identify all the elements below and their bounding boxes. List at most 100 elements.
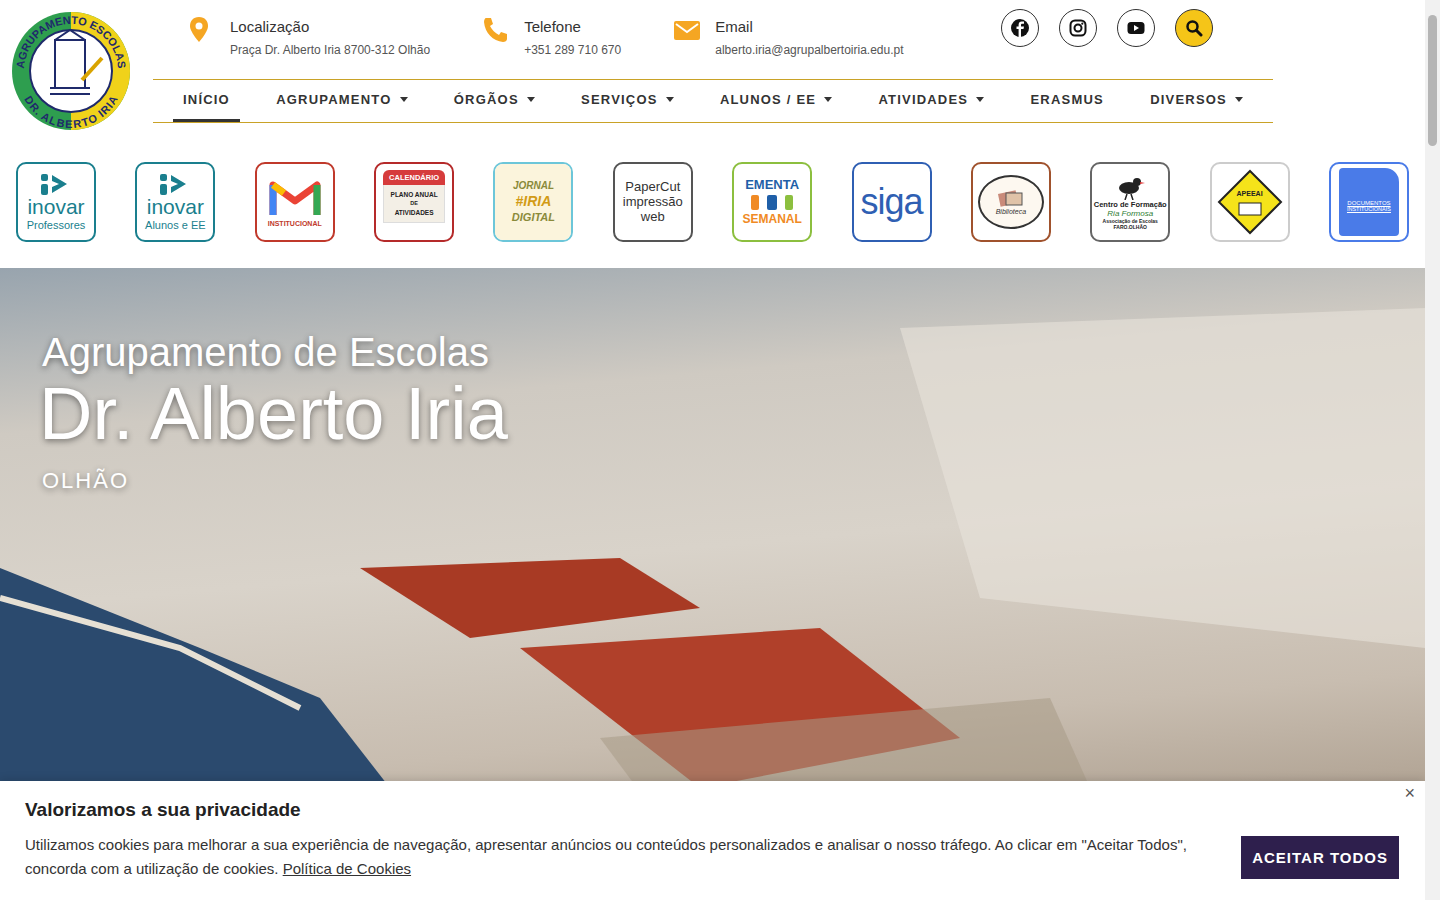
tile-content: JORNAL#IRIADIGITAL — [495, 164, 571, 240]
youtube-button[interactable] — [1117, 9, 1155, 47]
contact-item: Localização Praça Dr. Alberto Iria 8700-3… — [188, 16, 430, 57]
facebook-button[interactable] — [1001, 9, 1039, 47]
tile-text: Alunos e EE — [145, 219, 206, 231]
tile-text: Centro de Formação — [1094, 200, 1167, 209]
hero-subtitle: OLHÃO — [42, 468, 1383, 494]
menu-item[interactable]: INÍCIO — [173, 80, 240, 122]
caret-icon — [666, 97, 674, 102]
tile-text: siga — [860, 181, 922, 223]
tile-content: inovarProfessores — [18, 164, 94, 240]
contact-text: Telefone +351 289 710 670 — [524, 16, 621, 57]
contact-value[interactable]: Praça Dr. Alberto Iria 8700-312 Olhão — [230, 43, 430, 57]
cookie-title: Valorizamos a sua privacidade — [25, 799, 1400, 821]
quick-link-tile[interactable]: inovarProfessores — [16, 162, 96, 242]
caret-icon — [976, 97, 984, 102]
contact-item: Email alberto.iria@agrupalbertoiria.edu.p… — [673, 16, 903, 57]
tile-content: CALENDÁRIOPLANO ANUALDEATIVIDADES — [376, 164, 452, 240]
contact-item: Telefone +351 289 710 670 — [482, 16, 621, 57]
quick-link-tile[interactable]: APEEAI — [1210, 162, 1290, 242]
inovar-logo-icon — [158, 172, 192, 196]
cookie-banner: Valorizamos a sua privacidade Utilizamos … — [0, 781, 1425, 900]
cookie-text-block: Utilizamos cookies para melhorar a sua e… — [25, 833, 1211, 881]
contact-value[interactable]: +351 289 710 670 — [524, 43, 621, 57]
menu-label: ALUNOS / EE — [720, 92, 816, 107]
contact-text: Email alberto.iria@agrupalbertoiria.edu.p… — [715, 16, 903, 57]
scrollbar[interactable] — [1425, 0, 1440, 900]
logo-top-text: AGRUPAMENTO ESCOLAS — [14, 14, 128, 69]
header-main: Localização Praça Dr. Alberto Iria 8700-3… — [153, 0, 1273, 135]
tile-text: inovar — [147, 196, 204, 218]
email-icon — [673, 16, 701, 44]
quick-link-tile[interactable]: EMENTASEMANAL — [732, 162, 812, 242]
tile-text: DE — [384, 199, 444, 208]
scrollbar-thumb[interactable] — [1428, 15, 1437, 146]
quick-link-tile[interactable]: Centro de FormaçãoRia FormosaAssociação … — [1090, 162, 1170, 242]
tile-text: SEMANAL — [742, 212, 801, 226]
menu-label: DIVERSOS — [1150, 92, 1227, 107]
menu-label: INÍCIO — [183, 92, 230, 107]
tile-text: APEEAI — [1237, 190, 1263, 197]
logo[interactable]: AGRUPAMENTO ESCOLAS DR. ALBERTO IRIA — [0, 0, 153, 135]
tile-content: EMENTASEMANAL — [734, 164, 810, 240]
school-logo-icon[interactable]: AGRUPAMENTO ESCOLAS DR. ALBERTO IRIA — [10, 10, 132, 132]
search-button[interactable] — [1175, 9, 1213, 47]
quick-link-tile[interactable]: Biblioteca — [971, 162, 1051, 242]
instagram-icon — [1069, 19, 1087, 37]
quick-link-tile[interactable]: INSTITUCIONAL — [255, 162, 335, 242]
apeeai-badge: APEEAI — [1217, 169, 1283, 235]
tile-content: Centro de FormaçãoRia FormosaAssociação … — [1092, 164, 1168, 240]
main-menu: INÍCIO AGRUPAMENTO ÓRGÃOS SERVIÇOS ALUNOS / … — [153, 79, 1273, 123]
cookie-row: Utilizamos cookies para melhorar a sua e… — [25, 833, 1400, 881]
menu-item[interactable]: ALUNOS / EE — [710, 80, 842, 122]
hero-text: Agrupamento de EscolasDr. Alberto IriaOL… — [42, 330, 1383, 494]
tile-content: PaperCutimpressãoweb — [615, 164, 691, 240]
quick-link-tile[interactable]: DOCUMENTOSINSTITUCIONAIS — [1329, 162, 1409, 242]
tile-text: PaperCut — [625, 179, 680, 194]
menu-item[interactable]: SERVIÇOS — [571, 80, 684, 122]
contact-text: Localização Praça Dr. Alberto Iria 8700-3… — [230, 16, 430, 57]
tile-content: INSTITUCIONAL — [257, 164, 333, 240]
mail-logo-icon — [269, 177, 321, 217]
tile-text: CALENDÁRIO — [383, 170, 445, 185]
tile-text: INSTITUCIONAIS — [1347, 206, 1391, 212]
menu-item[interactable]: DIVERSOS — [1140, 80, 1253, 122]
quick-link-tile[interactable]: CALENDÁRIOPLANO ANUALDEATIVIDADES — [374, 162, 454, 242]
cookie-policy-link[interactable]: Política de Cookies — [283, 860, 411, 877]
contact-label: Telefone — [524, 18, 621, 35]
quick-links: inovarProfessoresinovarAlunos e EEINSTIT… — [0, 135, 1425, 268]
menu-item[interactable]: ATIVIDADES — [868, 80, 994, 122]
contact-value[interactable]: alberto.iria@agrupalbertoiria.edu.pt — [715, 43, 903, 57]
menu-item[interactable]: AGRUPAMENTO — [266, 80, 417, 122]
contact-label: Email — [715, 18, 903, 35]
books-icon — [996, 188, 1026, 208]
tile-text: DIGITAL — [512, 211, 555, 223]
quick-link-tile[interactable]: JORNAL#IRIADIGITAL — [493, 162, 573, 242]
bird-icon — [1115, 174, 1145, 200]
menu-label: ÓRGÃOS — [454, 92, 519, 107]
tile-content: inovarAlunos e EE — [137, 164, 213, 240]
tile-text: inovar — [27, 196, 84, 218]
contact-label: Localização — [230, 18, 430, 35]
quick-link-tile[interactable]: siga — [852, 162, 932, 242]
accept-all-button[interactable]: ACEITAR TODOS — [1241, 836, 1399, 879]
tile-text: DOCUMENTOS — [1347, 200, 1390, 206]
menu-label: AGRUPAMENTO — [276, 92, 391, 107]
instagram-button[interactable] — [1059, 9, 1097, 47]
quick-link-tile[interactable]: PaperCutimpressãoweb — [613, 162, 693, 242]
tile-text: INSTITUCIONAL — [268, 220, 322, 227]
menu-item[interactable]: ÓRGÃOS — [444, 80, 545, 122]
menu-label: SERVIÇOS — [581, 92, 658, 107]
menu-item[interactable]: ERASMUS — [1020, 80, 1113, 122]
library-badge: Biblioteca — [978, 175, 1044, 229]
youtube-icon — [1127, 19, 1145, 37]
hero-title: Dr. Alberto Iria — [39, 374, 1383, 454]
tile-text: Biblioteca — [996, 208, 1026, 215]
search-icon — [1185, 19, 1203, 37]
close-button[interactable]: × — [1404, 783, 1415, 804]
facebook-icon — [1011, 19, 1029, 37]
quick-link-tile[interactable]: inovarAlunos e EE — [135, 162, 215, 242]
tile-text: Ria Formosa — [1107, 209, 1153, 218]
logo-bottom-text: DR. ALBERTO IRIA — [22, 94, 119, 131]
diamond-icon — [1217, 169, 1283, 235]
caret-icon — [824, 97, 832, 102]
